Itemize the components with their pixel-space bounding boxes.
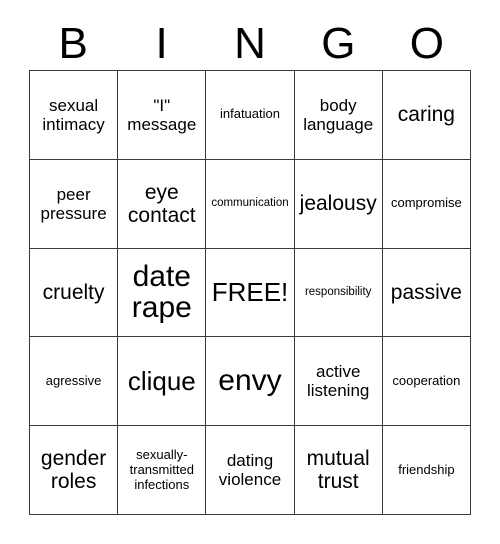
bingo-cell-label: caring [397,103,455,127]
bingo-cell-label: body language [303,95,374,134]
bingo-card: B I N G O sexual intimacy "I" message in… [0,0,500,544]
bingo-cell-label: dating violence [218,451,282,490]
bingo-cell-label: mutual trust [306,447,370,494]
bingo-header-letter-o: O [409,19,444,68]
bingo-cell-r4c4[interactable]: active listening [294,337,383,427]
bingo-cell-label: compromise [390,195,462,211]
bingo-cell-label: jealousy [299,192,377,216]
bingo-cell-r2c5[interactable]: compromise [382,159,471,249]
bingo-cell-label: gender roles [40,447,107,494]
bingo-cell-label: cooperation [392,372,461,388]
bingo-cell-r3c5[interactable]: passive [382,248,471,338]
bingo-cell-label: active listening [307,362,370,401]
bingo-cell-r5c5[interactable]: friendship [382,426,471,515]
bingo-cell-label: envy [218,364,282,398]
bingo-cell-label: "I" message [127,95,197,134]
bingo-header-letter-b: B [58,19,88,68]
bingo-grid: sexual intimacy "I" message infatuation … [29,70,471,515]
bingo-cell-label: passive [390,280,462,304]
bingo-cell-r1c1[interactable]: sexual intimacy [30,71,119,160]
bingo-cell-r3c2[interactable]: date rape [118,248,207,338]
bingo-cell-label: eye contact [127,180,196,227]
bingo-header-row: B I N G O [29,18,471,70]
bingo-header-letter-g: G [321,19,356,68]
bingo-cell-r2c1[interactable]: peer pressure [30,159,119,249]
bingo-cell-r5c1[interactable]: gender roles [30,426,119,515]
bingo-cell-r4c2[interactable]: clique [118,337,207,427]
bingo-cell-r2c2[interactable]: eye contact [118,159,207,249]
bingo-cell-label: date rape [131,259,192,325]
bingo-cell-r5c2[interactable]: sexually- transmitted infections [118,426,207,515]
bingo-cell-label: cruelty [42,280,105,304]
bingo-cell-free-space[interactable]: FREE! [206,248,295,338]
bingo-cell-label: agressive [45,372,102,388]
bingo-cell-label: responsibility [304,285,372,298]
bingo-cell-r3c4[interactable]: responsibility [294,248,383,338]
bingo-cell-r1c5[interactable]: caring [382,71,471,160]
bingo-cell-label: infatuation [219,106,280,122]
bingo-cell-label: communication [211,196,289,209]
bingo-cell-r4c5[interactable]: cooperation [382,337,471,427]
bingo-cell-r2c4[interactable]: jealousy [294,159,383,249]
bingo-cell-r1c4[interactable]: body language [294,71,383,160]
bingo-header-letter-n: N [234,19,266,68]
bingo-cell-r4c3[interactable]: envy [206,337,295,427]
bingo-cell-label: clique [127,366,196,397]
bingo-cell-r3c1[interactable]: cruelty [30,248,119,338]
bingo-cell-r5c4[interactable]: mutual trust [294,426,383,515]
bingo-free-space-label: FREE! [211,277,289,308]
bingo-cell-label: peer pressure [40,184,107,223]
bingo-cell-label: friendship [398,461,455,477]
bingo-cell-r5c3[interactable]: dating violence [206,426,295,515]
bingo-cell-r4c1[interactable]: agressive [30,337,119,427]
bingo-cell-r2c3[interactable]: communication [206,159,295,249]
bingo-cell-r1c2[interactable]: "I" message [118,71,207,160]
bingo-cell-label: sexual intimacy [42,95,105,134]
bingo-cell-label: sexually- transmitted infections [129,446,194,492]
bingo-header-letter-i: I [155,19,168,68]
bingo-cell-r1c3[interactable]: infatuation [206,71,295,160]
